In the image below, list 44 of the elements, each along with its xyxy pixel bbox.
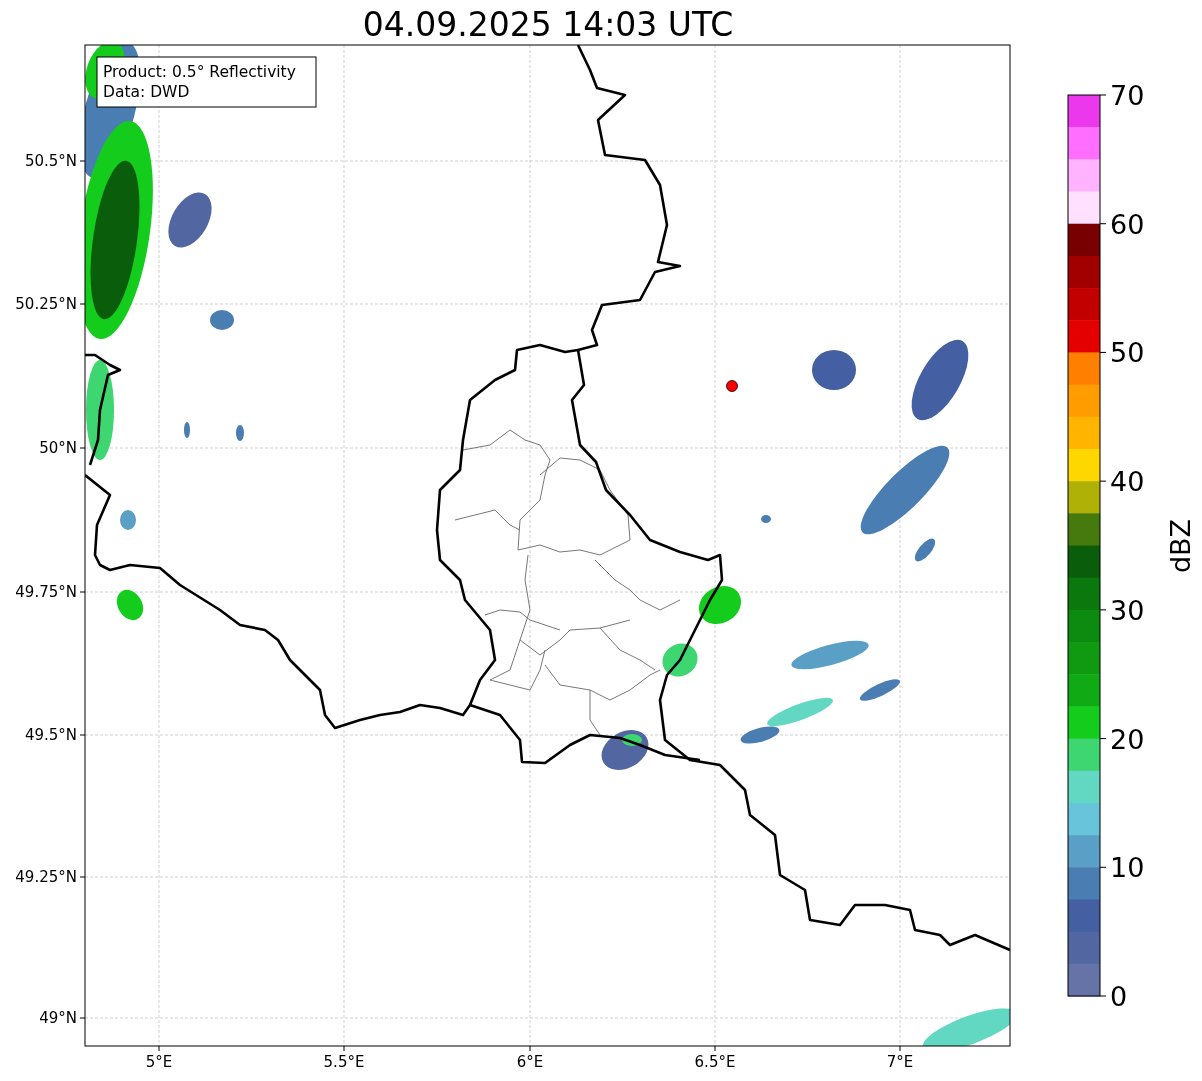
tick-mark [79,1017,86,1019]
tick-mark [1099,480,1107,482]
tick-mark [1099,609,1107,611]
tick-mark [343,1045,345,1052]
tick-mark [79,734,86,736]
tick-label: 6°E [516,1053,544,1071]
colorbar-tick-label: 70 [1110,80,1145,111]
colorbar-tick-label: 20 [1110,723,1145,755]
tick-mark [79,160,86,162]
tick-label: 6.5°E [694,1053,736,1071]
legend-text: Product: 0.5° Reflectivity [103,63,296,81]
chart-title: 04.09.2025 14:03 UTC [362,5,734,44]
tick-mark [1099,995,1107,997]
tick-mark [529,1045,531,1052]
tick-mark [1099,94,1107,96]
tick-label: 49.5°N [24,726,77,744]
tick-label: 49°N [39,1009,77,1027]
colorbar-tick-label: 50 [1110,337,1145,369]
tick-label: 49.75°N [15,583,77,601]
tick-label: 50.25°N [15,295,77,313]
tick-mark [79,303,86,305]
colorbar-tick-label: 60 [1110,208,1145,240]
tick-mark [158,1045,160,1052]
colorbar-tick-label: 40 [1110,466,1145,498]
colorbar-label: dBZ [1165,518,1196,574]
tick-label: 5.5°E [323,1053,365,1071]
tick-mark [1099,351,1107,353]
tick-label: 50.5°N [24,152,77,170]
legend-text: Data: DWD [103,83,190,101]
tick-label: 5°E [145,1053,173,1071]
tick-mark [1099,866,1107,868]
tick-mark [714,1045,716,1052]
tick-label: 7°E [886,1053,914,1071]
colorbar-tick-label: 10 [1110,852,1145,884]
tick-mark [1099,223,1107,225]
colorbar-tick-label: 0 [1110,981,1128,1012]
colorbar-tick-label: 30 [1110,594,1145,626]
tick-mark [79,876,86,878]
tick-label: 49.25°N [15,868,77,886]
tick-mark [79,447,86,449]
tick-mark [79,591,86,593]
tick-mark [899,1045,901,1052]
tick-mark [1099,738,1107,740]
tick-label: 50°N [39,439,77,457]
